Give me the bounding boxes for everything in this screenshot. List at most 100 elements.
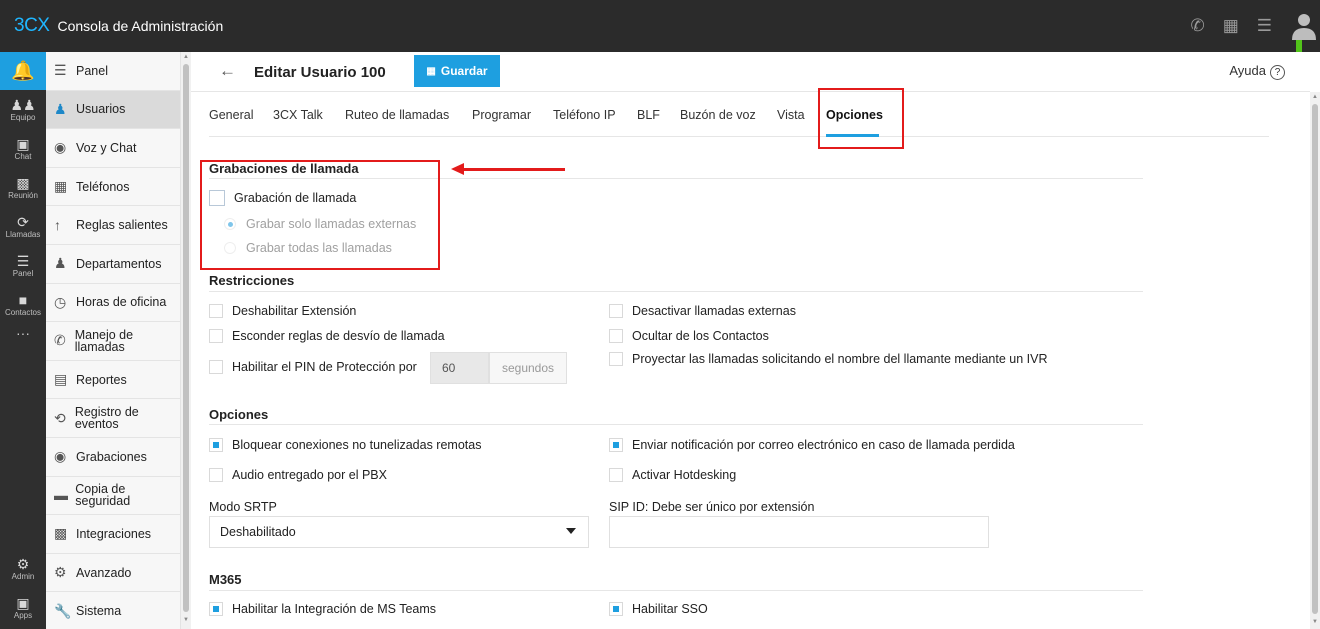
tab-blf[interactable]: BLF: [637, 108, 660, 122]
rail-item-apps[interactable]: ▣ Apps: [0, 588, 46, 627]
nav-item-label: Manejo de llamadas: [74, 327, 134, 354]
nav-item-label: Grabaciones: [76, 449, 147, 464]
nav-item-departments[interactable]: ♟ Departamentos: [46, 245, 180, 284]
nav-item-phones[interactable]: ▦ Teléfonos: [46, 168, 180, 207]
nav-item-panel[interactable]: ☰ Panel: [46, 52, 180, 91]
nav-item-call-handling[interactable]: ✆ Manejo de llamadas: [46, 322, 180, 361]
phone-icon[interactable]: ✆: [1190, 16, 1204, 36]
user-avatar-icon[interactable]: [1290, 0, 1320, 52]
nav-scroll-thumb[interactable]: [183, 64, 189, 612]
checkbox-box[interactable]: [209, 438, 223, 452]
more-icon[interactable]: ···: [0, 324, 46, 350]
tab-ip-phone[interactable]: Teléfono IP: [553, 108, 616, 122]
hide-forwarding-label: Esconder reglas de desvío de llamada: [232, 329, 445, 343]
block-remote-checkbox[interactable]: Bloquear conexiones no tunelizadas remot…: [209, 438, 481, 452]
rail-bottom: ⚙ Admin ▣ Apps: [0, 549, 46, 627]
tab-schedule[interactable]: Programar: [472, 108, 531, 122]
rail-item-contacts[interactable]: ■ Contactos: [0, 285, 46, 324]
main-scrollbar[interactable]: ▲ ▼: [1310, 92, 1320, 629]
book-icon[interactable]: ☰: [1257, 16, 1272, 36]
nav-item-advanced[interactable]: ⚙ Avanzado: [46, 554, 180, 593]
nav-item-voice-chat[interactable]: ◉ Voz y Chat: [46, 129, 180, 168]
checkbox-box[interactable]: [609, 352, 623, 366]
scroll-up-icon[interactable]: ▲: [1312, 94, 1318, 100]
nav-item-recordings[interactable]: ◉ Grabaciones: [46, 438, 180, 477]
disable-external-label: Desactivar llamadas externas: [632, 304, 796, 318]
scroll-up-icon[interactable]: ▲: [183, 54, 189, 60]
nav-item-event-log[interactable]: ⟲ Registro de eventos: [46, 399, 180, 438]
audio-pbx-checkbox[interactable]: Audio entregado por el PBX: [209, 468, 387, 482]
main-scroll-thumb[interactable]: [1312, 104, 1318, 614]
rail-item-team[interactable]: ♟♟ Equipo: [0, 90, 46, 129]
nav-item-system[interactable]: 🔧 Sistema: [46, 592, 180, 629]
checkbox-box[interactable]: [609, 329, 623, 343]
scroll-down-icon[interactable]: ▼: [1312, 619, 1318, 625]
notifications-bell-icon[interactable]: 🔔: [0, 52, 46, 90]
help-link[interactable]: Ayuda?: [1229, 63, 1285, 80]
checkbox-box[interactable]: [609, 304, 623, 318]
tab-call-routing[interactable]: Ruteo de llamadas: [345, 108, 449, 122]
checkbox-box[interactable]: [209, 468, 223, 482]
pin-protection-checkbox[interactable]: Habilitar el PIN de Protección por: [209, 360, 417, 374]
hide-contacts-checkbox[interactable]: Ocultar de los Contactos: [609, 329, 769, 343]
options-section-title: Opciones: [209, 407, 269, 422]
nav-item-backup[interactable]: ▬ Copia de seguridad: [46, 477, 180, 516]
main-content: ← Editar Usuario 100 ▦ Guardar Ayuda? Gen…: [191, 52, 1310, 629]
page-title: Editar Usuario 100: [254, 64, 386, 81]
checkbox-box[interactable]: [609, 468, 623, 482]
pin-seconds-input[interactable]: 60: [430, 352, 489, 384]
scroll-down-icon[interactable]: ▼: [183, 617, 189, 623]
hotdesking-checkbox[interactable]: Activar Hotdesking: [609, 468, 736, 482]
call-handling-icon: ✆: [54, 332, 66, 349]
nav-item-label: Avanzado: [76, 565, 132, 580]
checkbox-box[interactable]: [209, 360, 223, 374]
srtp-mode-select[interactable]: Deshabilitado: [209, 516, 589, 548]
sso-checkbox[interactable]: Habilitar SSO: [609, 602, 708, 616]
rail-item-admin[interactable]: ⚙ Admin: [0, 549, 46, 588]
screen-calls-checkbox[interactable]: Proyectar las llamadas solicitando el no…: [609, 352, 1048, 366]
nav-menu: ☰ Panel ♟ Usuarios ◉ Voz y Chat ▦ Teléfonos …: [46, 52, 181, 629]
chat-icon: ▣: [16, 135, 30, 152]
hide-forwarding-checkbox[interactable]: Esconder reglas de desvío de llamada: [209, 329, 445, 343]
tab-general[interactable]: General: [209, 108, 253, 122]
rail-item-chat[interactable]: ▣ Chat: [0, 129, 46, 168]
chevron-down-icon: [566, 528, 576, 534]
rail-item-meeting[interactable]: ▩ Reunión: [0, 168, 46, 207]
save-button[interactable]: ▦ Guardar: [414, 55, 500, 87]
rail-item-panel[interactable]: ☰ Panel: [0, 246, 46, 285]
rail-label: Llamadas: [5, 229, 41, 239]
tab-voicemail[interactable]: Buzón de voz: [680, 108, 756, 122]
rail-label: Apps: [13, 610, 33, 620]
checkbox-box[interactable]: [209, 329, 223, 343]
tab-3cx-talk[interactable]: 3CX Talk: [273, 108, 323, 122]
ms-teams-checkbox[interactable]: Habilitar la Integración de MS Teams: [209, 602, 436, 616]
ms-teams-label: Habilitar la Integración de MS Teams: [232, 602, 437, 616]
sip-id-input[interactable]: [609, 516, 989, 548]
help-icon: ?: [1270, 65, 1285, 80]
checkbox-box[interactable]: [609, 438, 623, 452]
tab-view[interactable]: Vista: [777, 108, 805, 122]
save-label: Guardar: [440, 64, 488, 78]
checkbox-box[interactable]: [209, 602, 223, 616]
back-arrow-icon[interactable]: ←: [219, 61, 236, 81]
checkbox-box[interactable]: [609, 602, 623, 616]
srtp-mode-label: Modo SRTP: [209, 500, 277, 514]
icon-rail: 🔔 ♟♟ Equipo ▣ Chat ▩ Reunión ⟳ Llamadas ☰ Pan…: [0, 52, 46, 629]
rail-item-calls[interactable]: ⟳ Llamadas: [0, 207, 46, 246]
nav-item-users[interactable]: ♟ Usuarios: [46, 90, 180, 130]
disable-external-calls-checkbox[interactable]: Desactivar llamadas externas: [609, 304, 796, 318]
email-missed-checkbox[interactable]: Enviar notificación por correo electróni…: [609, 438, 1015, 452]
nav-item-label: Usuarios: [76, 102, 126, 117]
nav-item-integrations[interactable]: ▩ Integraciones: [46, 515, 180, 554]
srtp-mode-value: Deshabilitado: [220, 525, 296, 539]
nav-item-outbound-rules[interactable]: ↑ Reglas salientes: [46, 206, 180, 245]
nav-item-office-hours[interactable]: ◷ Horas de oficina: [46, 284, 180, 323]
checkbox-box[interactable]: [209, 304, 223, 318]
backup-icon: ▬: [54, 487, 68, 504]
nav-item-label: Reportes: [76, 372, 127, 387]
nav-scrollbar[interactable]: ▲ ▼: [181, 52, 191, 629]
logo: 3CX: [14, 15, 50, 37]
disable-extension-checkbox[interactable]: Deshabilitar Extensión: [209, 304, 356, 318]
qr-code-icon[interactable]: ▦: [1223, 16, 1239, 36]
nav-item-reports[interactable]: ▤ Reportes: [46, 361, 180, 400]
